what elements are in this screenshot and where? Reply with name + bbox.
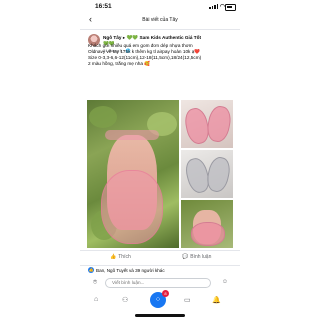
comment-icon: 💬 [182,254,189,260]
notification-count: 8 [162,290,169,297]
comment-button[interactable]: 💬 Bình luận [182,254,211,260]
like-button[interactable]: 👍 Thích [110,254,131,260]
comment-bar: ⌾ ☺ [80,275,240,291]
status-time: 16:51 [95,3,112,10]
home-indicator [135,314,185,317]
post-line: 2 màu hồng, trắng mẹ nha 🥰 [88,60,151,66]
photo-main[interactable] [87,100,179,248]
top-nav: ‹ Bài viết của Tây [80,13,240,30]
heart-emoji-icon: 💚💚 [126,35,139,40]
people-icon[interactable]: ⚇ [122,296,128,304]
photo-thumb[interactable] [181,200,233,248]
phone-screen: 16:51 ◠ ‹ Bài viết của Tây Ngô Tây ▸ 💚💚 … [80,0,240,320]
status-bar: 16:51 ◠ [80,0,240,12]
signal-icon [209,4,218,9]
author-name[interactable]: Ngô Tây [103,35,122,40]
like-badge-icon: 👍 [88,267,94,273]
reaction-summary[interactable]: 👍 Ban, Ngô Tuyết và 39 người khác [88,267,238,273]
page-title: Bài viết của Tây [142,17,178,23]
comment-label: Bình luận [190,254,212,260]
like-label: Thích [118,254,131,260]
camera-icon[interactable]: ⌾ [93,279,101,286]
photo-thumb[interactable] [181,150,233,198]
home-icon[interactable]: ⌂ [94,296,98,303]
comment-input[interactable] [105,278,211,288]
action-bar: 👍 Thích 💬 Bình luận [80,250,240,266]
bell-icon[interactable]: 🔔 [212,296,221,304]
photo-thumb[interactable] [181,100,233,148]
photo-grid [87,100,233,248]
tv-icon[interactable]: ▭ [184,296,191,304]
arrow-icon: ▸ [122,35,126,40]
battery-icon [225,4,236,11]
post-text: Khách gửi nhiều quá em gom đơn dép nhựa … [88,43,236,67]
bottom-tab-bar: ⌂ ⚇ ⁘ 8 ▭ 🔔 [80,290,240,312]
group-name[interactable]: Sam Kids Authentic Giá Tốt [139,35,201,40]
emoji-icon[interactable]: ☺ [222,279,228,285]
reaction-text: Ban, Ngô Tuyết và 39 người khác [96,267,165,273]
like-icon: 👍 [110,254,117,260]
